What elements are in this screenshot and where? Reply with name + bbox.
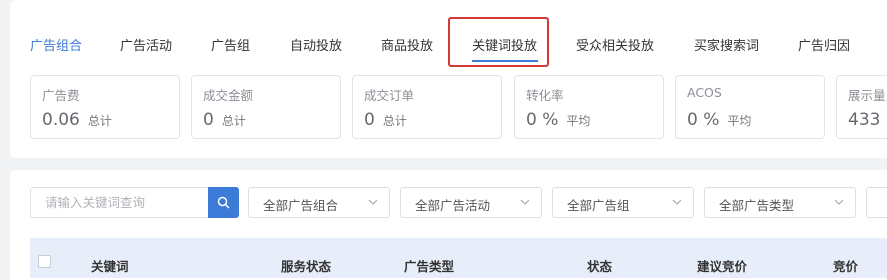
portfolio-filter-dropdown[interactable]: 全部广告组合 [248,187,390,218]
metric-label: 成交金额 [203,88,254,103]
chevron-down-icon [368,199,378,205]
search-icon [217,196,230,209]
metric-label: 广告费 [42,88,80,103]
select-all-checkbox[interactable] [38,255,51,268]
extra-filter-dropdown[interactable] [866,187,887,218]
table-header: 关键词 服务状态 广告类型 状态 建议竞价 竞价 [30,238,887,278]
dropdown-label: 全部广告活动 [415,198,491,213]
tab-buyer-search-terms[interactable]: 买家搜索词 [694,35,759,54]
tab-auto-targeting[interactable]: 自动投放 [290,35,342,54]
metric-label: 展示量 [848,88,886,103]
tab-ad-portfolio[interactable]: 广告组合 [30,35,82,54]
ad-type-filter-dropdown[interactable]: 全部广告类型 [704,187,856,218]
column-header-bid[interactable]: 竞价 [833,256,858,275]
dropdown-label: 全部广告组合 [263,198,339,213]
chevron-down-icon [672,199,682,205]
column-header-service-status[interactable]: 服务状态 [281,256,331,275]
keyword-search-input[interactable] [30,187,208,218]
column-header-ad-type[interactable]: 广告类型 [404,256,454,275]
search-button[interactable] [208,187,239,218]
metric-value: 0 总计 [203,110,246,130]
tab-audience-targeting[interactable]: 受众相关投放 [576,35,654,54]
metric-value: 0 % 平均 [526,110,591,130]
metric-orders: 成交订单 0 总计 [352,75,502,139]
tab-highlight-box [448,17,549,67]
column-header-status[interactable]: 状态 [587,256,612,275]
ad-type-tabs: 广告组合 广告活动 广告组 自动投放 商品投放 关键词投放 受众相关投放 买家搜… [0,0,877,60]
metric-label: ACOS [687,85,722,100]
metric-value: 0.06 总计 [42,110,112,130]
tab-product-targeting[interactable]: 商品投放 [381,35,433,54]
metric-acos: ACOS 0 % 平均 [675,75,825,139]
chevron-down-icon [520,199,530,205]
metric-label: 转化率 [526,88,564,103]
ad-group-filter-dropdown[interactable]: 全部广告组 [552,187,694,218]
column-header-keyword[interactable]: 关键词 [91,256,129,275]
dropdown-label: 全部广告类型 [719,198,795,213]
tab-ad-campaign[interactable]: 广告活动 [120,35,172,54]
metric-impressions: 展示量 433 [836,75,887,139]
metric-sales-amount: 成交金额 0 总计 [191,75,341,139]
metric-value: 433 [848,110,881,130]
metric-value: 0 总计 [364,110,407,130]
column-header-suggested-bid[interactable]: 建议竞价 [697,256,747,275]
tab-ad-group[interactable]: 广告组 [211,35,250,54]
metric-label: 成交订单 [364,88,415,103]
chevron-down-icon [834,199,844,205]
campaign-filter-dropdown[interactable]: 全部广告活动 [400,187,542,218]
tab-ad-attribution[interactable]: 广告归因 [798,35,850,54]
metric-conversion-rate: 转化率 0 % 平均 [514,75,664,139]
metric-value: 0 % 平均 [687,110,752,130]
dropdown-label: 全部广告组 [567,198,630,213]
metric-ad-spend: 广告费 0.06 总计 [30,75,180,139]
